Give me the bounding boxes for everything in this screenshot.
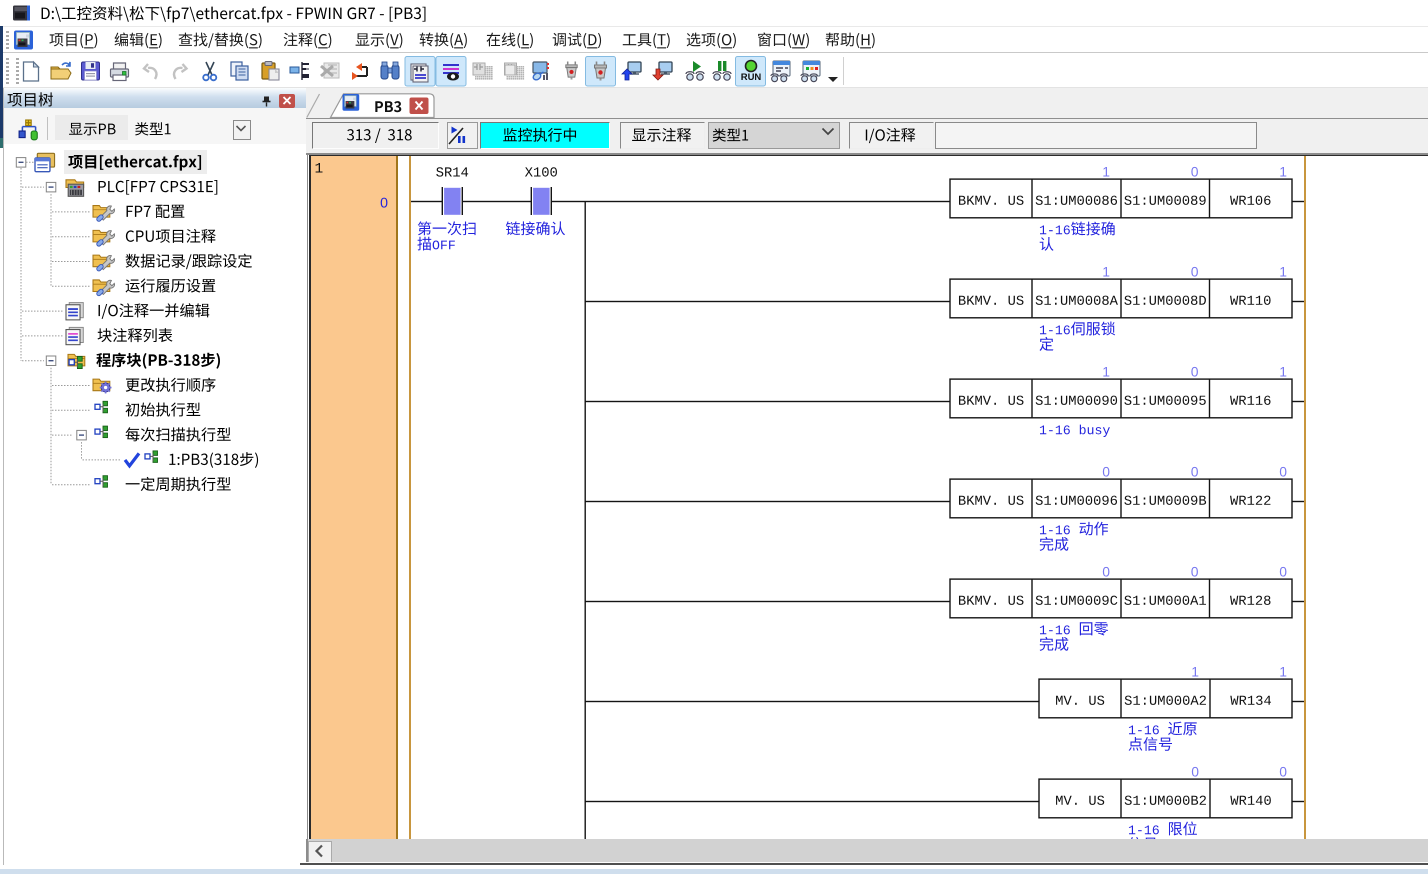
svg-text:RUN: RUN (741, 72, 762, 83)
